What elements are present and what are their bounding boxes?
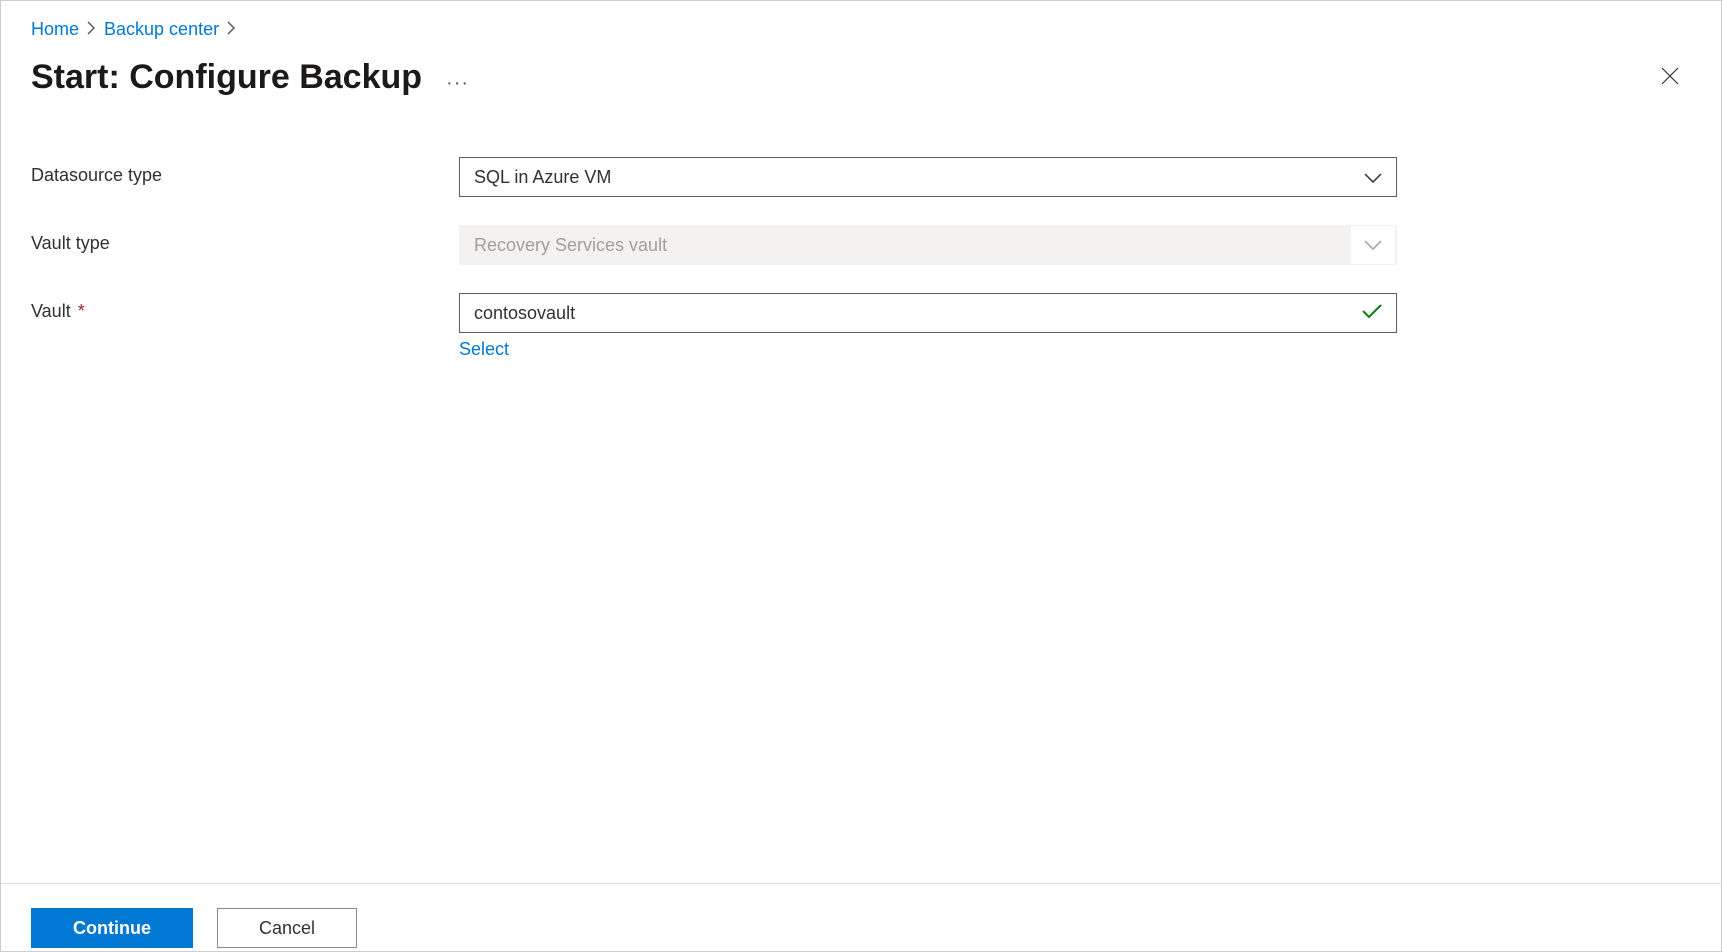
vault-value: contosovault xyxy=(474,303,575,324)
vault-select-link[interactable]: Select xyxy=(459,339,509,360)
chevron-right-icon xyxy=(227,21,236,38)
more-icon[interactable]: ··· xyxy=(446,72,469,95)
chevron-down-icon xyxy=(1364,167,1382,188)
chevron-down-icon xyxy=(1351,226,1395,264)
datasource-type-value: SQL in Azure VM xyxy=(474,167,611,188)
breadcrumb-backup-center[interactable]: Backup center xyxy=(104,19,219,40)
chevron-right-icon xyxy=(87,21,96,38)
datasource-type-select[interactable]: SQL in Azure VM xyxy=(459,157,1397,197)
cancel-button[interactable]: Cancel xyxy=(217,908,357,948)
continue-button[interactable]: Continue xyxy=(31,908,193,948)
breadcrumb: Home Backup center xyxy=(31,19,1691,40)
page-title: Start: Configure Backup xyxy=(31,58,422,97)
vault-label: Vault * xyxy=(31,293,459,322)
close-icon[interactable] xyxy=(1657,63,1683,93)
datasource-type-label: Datasource type xyxy=(31,157,459,186)
vault-input[interactable]: contosovault xyxy=(459,293,1397,333)
required-indicator: * xyxy=(78,301,85,321)
checkmark-icon xyxy=(1362,303,1382,324)
vault-type-select: Recovery Services vault xyxy=(459,225,1397,265)
vault-type-value: Recovery Services vault xyxy=(474,235,667,256)
breadcrumb-home[interactable]: Home xyxy=(31,19,79,40)
footer-bar: Continue Cancel xyxy=(1,883,1721,951)
vault-type-label: Vault type xyxy=(31,225,459,254)
